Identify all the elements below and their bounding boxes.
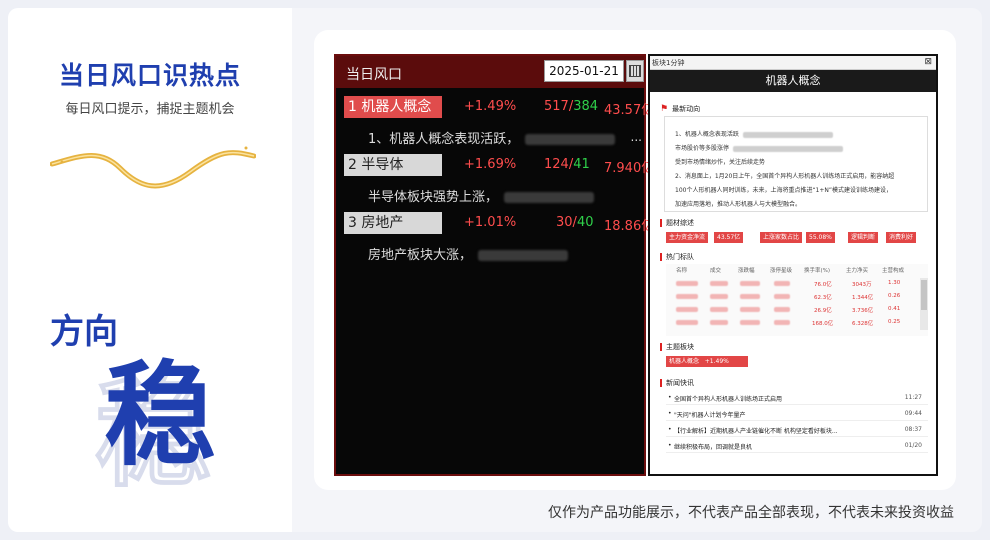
window-header: 当日风口 2025-01-21 — [336, 56, 644, 88]
promo-card: 当日风口识热点 每日风口提示，捕捉主题机会 稳 方向 稳 当日风口 2025-0… — [8, 8, 982, 532]
hotspot-updown: 517/384 — [544, 99, 599, 114]
hotspot-desc-2: 半导体板块强势上涨， — [368, 186, 595, 205]
hotspot-pct: +1.69% — [464, 157, 517, 172]
detail-bar-title: 板块1分钟 — [652, 59, 685, 67]
hotspot-updown: 30/40 — [556, 215, 594, 230]
hotspot-name[interactable]: 2 半导体 — [344, 154, 442, 176]
disclaimer-text: 仅作为产品功能展示，不代表产品全部表现，不代表未来投资收益 — [548, 505, 954, 521]
hot-stock-table: 名称 成交 涨跌幅 涨停星级 换手率(%) 主力净买 主营构成 76.0亿 304… — [666, 264, 928, 336]
col-header: 换手率(%) — [804, 268, 831, 274]
detail-titlebar: 板块1分钟 ⊠ — [650, 56, 936, 70]
col-header: 成交 — [710, 268, 722, 274]
more-icon[interactable]: ... — [631, 130, 642, 144]
big-char: 稳 — [104, 351, 216, 481]
hotspot-desc-3: 房地产板块大涨， — [368, 244, 569, 263]
tag-value: 43.57亿 — [714, 232, 744, 243]
theme-tag[interactable]: 机器人概念 +1.49% — [666, 356, 748, 367]
col-header: 涨停星级 — [770, 268, 793, 274]
news-line: 受到市场情绪炒作，关注后续走势 — [675, 159, 766, 166]
col-header: 主营构成 — [882, 268, 905, 274]
hotspot-row-2[interactable]: 2 半导体 +1.69% 124/41 7.940亿 — [344, 154, 648, 176]
tag-label: 主力资金净流 — [666, 232, 709, 243]
col-header: 名称 — [676, 268, 688, 274]
hot-section-label: 热门标队 — [660, 252, 694, 262]
close-icon[interactable]: ⊠ — [924, 57, 932, 67]
latest-news-box: 1、机器人概念表现活跃 市场股价等多股涨停 受到市场情绪炒作，关注后续走势 2、… — [664, 116, 928, 212]
hotspot-value: 18.86亿 — [604, 219, 648, 234]
news-line: 1、机器人概念表现活跃 — [675, 129, 833, 138]
hotspot-name[interactable]: 1 机器人概念 — [344, 96, 442, 118]
col-header: 主力净买 — [846, 268, 869, 274]
table-row[interactable]: 76.0亿 3043万 1.30 — [666, 278, 918, 290]
latest-section-label: ⚑ 最新动向 — [660, 104, 701, 114]
hotspot-name[interactable]: 3 房地产 — [344, 212, 442, 234]
detail-window: 板块1分钟 ⊠ 机器人概念 ⚑ 最新动向 1、机器人概念表现活跃 市场股价等多股涨… — [648, 54, 938, 476]
detail-header: 机器人概念 — [650, 70, 936, 92]
overview-section-label: 题材综述 — [660, 218, 694, 228]
hotspot-pct: +1.49% — [464, 99, 517, 114]
newsflash-item[interactable]: • 【行业解析】近期机器人产业链催化不断 机构坚定看好板块... 08:37 — [666, 424, 928, 437]
flag-icon: ⚑ — [660, 104, 669, 114]
newsflash-section-label: 新闻快讯 — [660, 378, 694, 388]
tag-label: 上涨家数占比 — [760, 232, 803, 243]
promo-left-panel: 当日风口识热点 每日风口提示，捕捉主题机会 稳 方向 稳 — [8, 8, 292, 532]
news-line: 100个人形机器人同时训练，未来，上海将重点推进“1+N”模式建设训练场建设， — [675, 187, 893, 194]
promo-title: 当日风口识热点 — [58, 61, 241, 90]
table-row[interactable]: 168.0亿 6.328亿 0.25 — [666, 317, 918, 329]
hotspot-window: 当日风口 2025-01-21 1 机器人概念 +1.49% 517/384 4… — [334, 54, 648, 476]
hotspot-row-1[interactable]: 1 机器人概念 +1.49% 517/384 43.57亿 — [344, 96, 648, 118]
col-header: 涨跌幅 — [738, 268, 755, 274]
tag-value: 消费利好 — [886, 232, 917, 243]
window-title: 当日风口 — [346, 67, 402, 83]
tag-value: 55.08% — [806, 232, 835, 243]
hotspot-pct: +1.01% — [464, 215, 517, 230]
hotspot-value: 7.940亿 — [604, 161, 648, 176]
table-row[interactable]: 62.3亿 1.344亿 0.26 — [666, 291, 918, 303]
table-row[interactable]: 26.9亿 3.736亿 0.41 — [666, 304, 918, 316]
hotspot-desc-1: 1、机器人概念表现活跃， ... — [368, 130, 642, 147]
theme-section-label: 主题板块 — [660, 342, 694, 352]
date-picker-input[interactable]: 2025-01-21 — [544, 60, 624, 82]
newsflash-item[interactable]: • 全国首个异构人形机器人训练场正式启用 11:27 — [666, 392, 928, 405]
hotspot-value: 43.57亿 — [604, 103, 648, 118]
screenshot-panel: 当日风口 2025-01-21 1 机器人概念 +1.49% 517/384 4… — [314, 30, 956, 490]
tag-label: 逻辑判断 — [848, 232, 879, 243]
hotspot-updown: 124/41 — [544, 157, 590, 172]
news-line: 2、消息面上，1月20日上午，全国首个异构人形机器人训练场正式启用，能容纳超 — [675, 173, 895, 180]
news-line: 市场股价等多股涨停 — [675, 143, 844, 152]
promo-subtitle: 每日风口提示，捕捉主题机会 — [65, 102, 235, 117]
newsflash-item[interactable]: • 继续积极布局，回调就是良机 01/20 — [666, 440, 928, 453]
calendar-icon[interactable] — [626, 60, 644, 82]
table-scrollbar[interactable] — [920, 278, 928, 330]
direction-label: 方向 — [50, 312, 118, 352]
newsflash-item[interactable]: • "天问"机器人计划今年量产 09:44 — [666, 408, 928, 421]
hotspot-row-3[interactable]: 3 房地产 +1.01% 30/40 18.86亿 — [344, 212, 648, 234]
news-line: 加速应用落地，推动人形机器人与大模型融合。 — [675, 201, 802, 208]
gold-wave-icon — [50, 146, 256, 189]
